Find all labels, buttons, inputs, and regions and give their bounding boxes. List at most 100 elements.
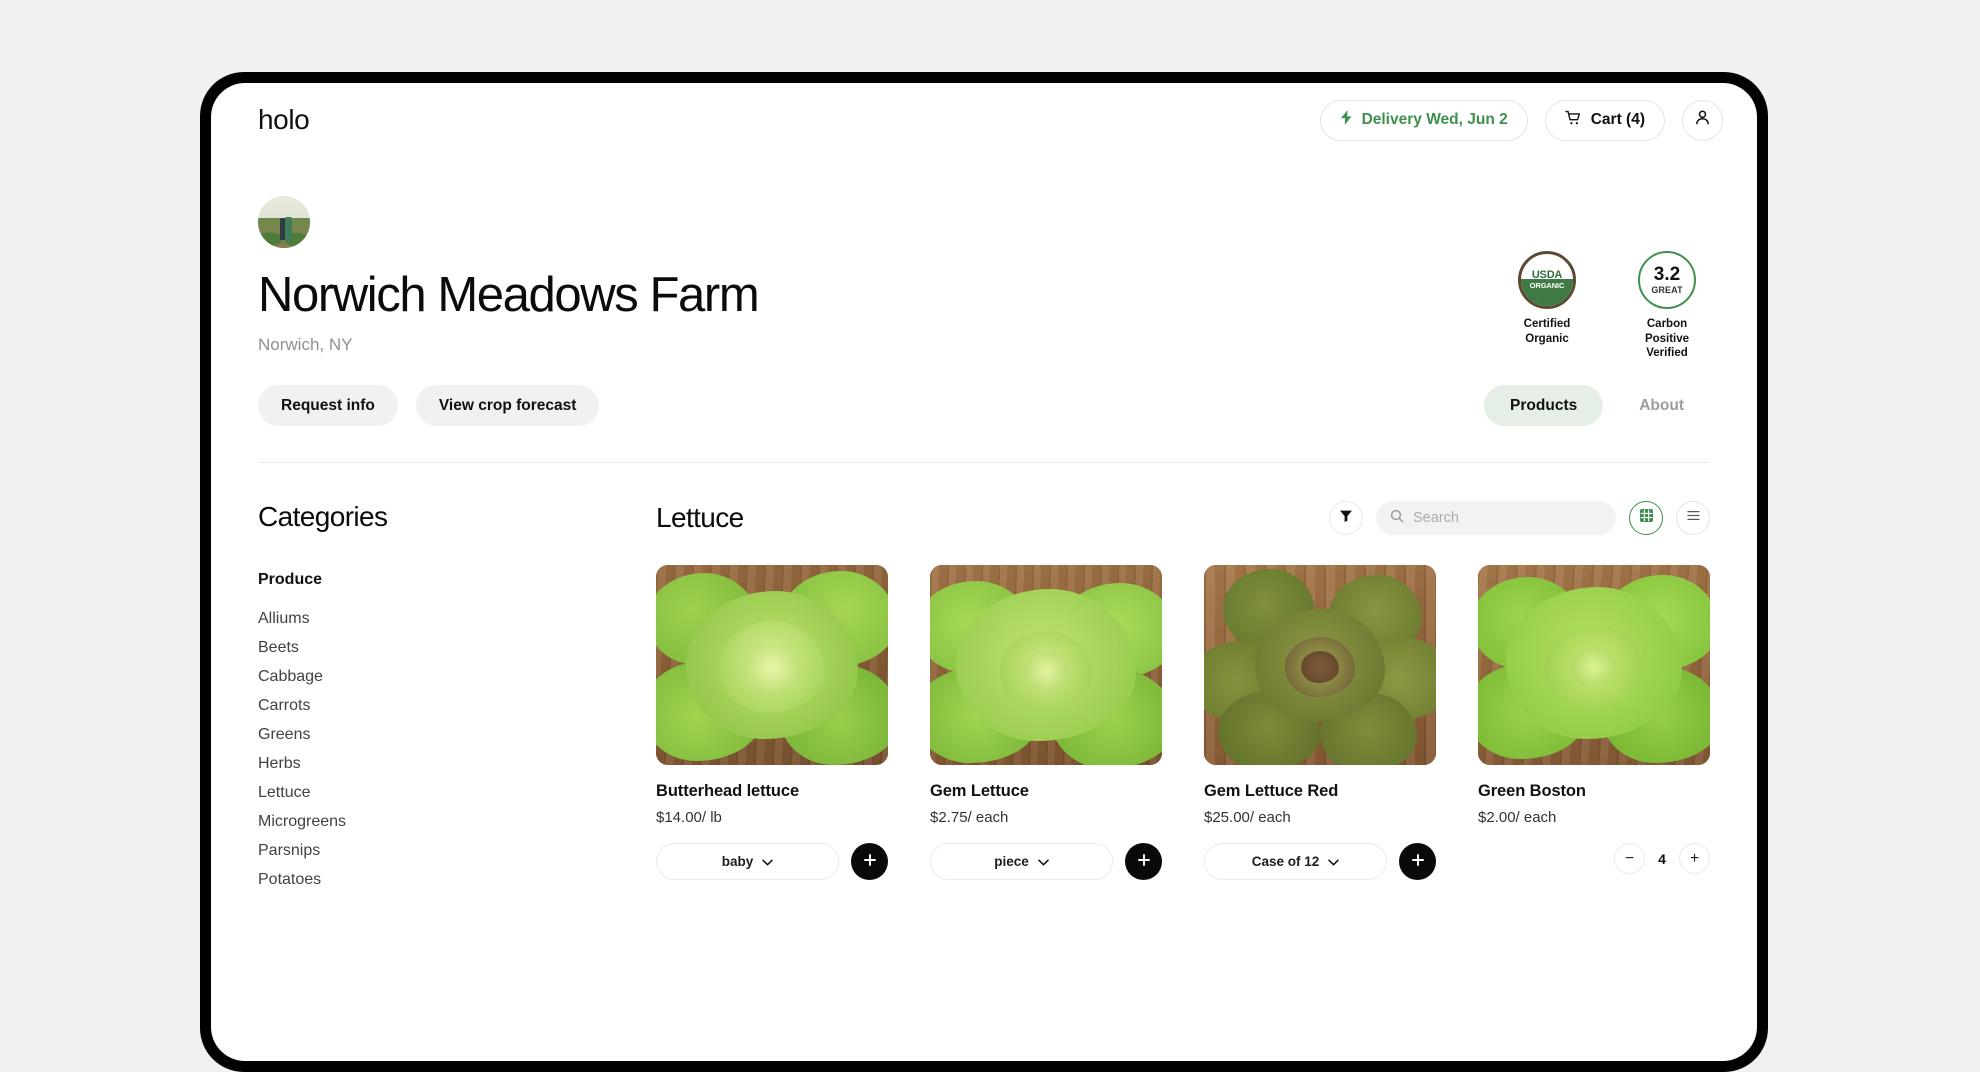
product-image-butterhead-lettuce <box>656 565 888 766</box>
sidebar-item-lettuce[interactable]: Lettuce <box>258 778 656 807</box>
variant-select[interactable]: piece <box>930 843 1113 881</box>
cart-icon <box>1565 110 1582 131</box>
sidebar-item-cabbage[interactable]: Cabbage <box>258 662 656 691</box>
catalog-section: Categories Produce Alliums Beets Cabbage… <box>211 501 1757 894</box>
delivery-date-label: Delivery Wed, Jun 2 <box>1361 111 1508 128</box>
product-card[interactable]: Gem Lettuce $2.75/ each piece <box>930 565 1162 881</box>
product-card[interactable]: Gem Lettuce Red $25.00/ each Case of 12 <box>1204 565 1436 881</box>
sidebar-item-greens[interactable]: Greens <box>258 720 656 749</box>
add-to-cart-button[interactable] <box>1399 843 1436 881</box>
variant-select[interactable]: Case of 12 <box>1204 843 1387 881</box>
page-title: Norwich Meadows Farm <box>258 268 760 322</box>
cart-label: Cart (4) <box>1590 111 1645 128</box>
header-actions: Delivery Wed, Jun 2 Cart (4) <box>1319 99 1723 141</box>
usda-organic-seal-icon: USDA ORGANIC <box>1518 251 1576 309</box>
products-toolbar: Lettuce <box>656 501 1710 536</box>
decrement-button[interactable]: − <box>1614 843 1645 875</box>
product-image-gem-lettuce <box>930 565 1162 766</box>
sidebar-item-potatoes[interactable]: Potatoes <box>258 865 656 894</box>
products-title: Lettuce <box>656 502 744 534</box>
quantity-stepper: − 4 + <box>1614 843 1710 875</box>
add-to-cart-button[interactable] <box>1125 843 1162 881</box>
farm-action-buttons: Request info View crop forecast <box>258 385 600 427</box>
person-icon <box>1694 109 1711 131</box>
sidebar-item-beets[interactable]: Beets <box>258 633 656 662</box>
categories-title: Categories <box>258 501 388 533</box>
category-group-label: Produce <box>258 571 323 589</box>
products-tools <box>1329 501 1710 536</box>
farm-header-section: USDA ORGANIC Certified Organic 3.2 GREAT… <box>211 196 1757 427</box>
product-name: Green Boston <box>1478 782 1586 801</box>
product-controls: Case of 12 <box>1204 843 1436 881</box>
certification-badges: USDA ORGANIC Certified Organic 3.2 GREAT… <box>1504 251 1710 361</box>
product-price: $2.75/ each <box>930 809 1009 827</box>
variant-label: Case of 12 <box>1251 854 1320 870</box>
variant-select[interactable]: baby <box>656 843 839 881</box>
sidebar-item-alliums[interactable]: Alliums <box>258 604 656 633</box>
add-to-cart-button[interactable] <box>851 843 888 881</box>
product-name: Gem Lettuce Red <box>1204 782 1339 801</box>
device-frame: holo Delivery Wed, Jun 2 Cart (4) USDA O… <box>200 72 1768 1072</box>
sidebar-item-carrots[interactable]: Carrots <box>258 691 656 720</box>
farm-actions-row: Request info View crop forecast Products… <box>258 385 1710 427</box>
tab-about[interactable]: About <box>1613 385 1710 426</box>
sidebar-item-microgreens[interactable]: Microgreens <box>258 807 656 836</box>
product-price: $2.00/ each <box>1478 809 1557 827</box>
tab-products[interactable]: Products <box>1484 385 1604 427</box>
grid-view-toggle[interactable] <box>1629 501 1663 536</box>
filter-icon <box>1339 509 1353 528</box>
plus-icon <box>1137 853 1151 870</box>
badge-carbon-positive[interactable]: 3.2 GREAT Carbon Positive Verified <box>1624 251 1710 361</box>
grid-icon <box>1639 508 1654 528</box>
farm-avatar <box>258 196 310 248</box>
search-icon <box>1390 509 1404 528</box>
product-controls: − 4 + <box>1478 843 1710 875</box>
product-price: $25.00/ each <box>1204 809 1291 827</box>
product-card[interactable]: Butterhead lettuce $14.00/ lb baby <box>656 565 888 881</box>
plus-icon <box>1411 853 1425 870</box>
chevron-down-icon <box>762 854 773 869</box>
product-name: Gem Lettuce <box>930 782 1029 801</box>
search-box[interactable] <box>1376 501 1616 536</box>
increment-button[interactable]: + <box>1679 843 1710 875</box>
product-name: Butterhead lettuce <box>656 782 800 801</box>
variant-label: piece <box>994 854 1029 870</box>
products-panel: Lettuce Search Butterhead lettuce $14.00… <box>656 501 1710 894</box>
farm-tabs: Products About <box>1484 385 1710 427</box>
product-controls: piece <box>930 843 1162 881</box>
badge-caption: Certified Organic <box>1523 318 1571 345</box>
sidebar-item-parsnips[interactable]: Parsnips <box>258 836 656 865</box>
product-card[interactable]: Green Boston $2.00/ each − 4 + <box>1478 565 1710 880</box>
quantity-value: 4 <box>1658 850 1666 867</box>
chevron-down-icon <box>1328 854 1340 869</box>
delivery-date-button[interactable]: Delivery Wed, Jun 2 <box>1319 99 1528 141</box>
list-view-toggle[interactable] <box>1676 501 1710 536</box>
badge-certified-organic[interactable]: USDA ORGANIC Certified Organic <box>1504 251 1590 361</box>
lightning-bolt-icon <box>1340 110 1353 130</box>
view-crop-forecast-button[interactable]: View crop forecast <box>415 385 600 427</box>
app-header: holo Delivery Wed, Jun 2 Cart (4) <box>211 83 1757 157</box>
brand-logo[interactable]: holo <box>258 104 310 136</box>
chevron-down-icon <box>1038 854 1049 869</box>
product-image-green-boston <box>1478 565 1710 766</box>
app-screen: holo Delivery Wed, Jun 2 Cart (4) USDA O… <box>211 83 1757 1061</box>
plus-icon <box>863 853 877 870</box>
farm-location: Norwich, NY <box>258 335 353 355</box>
product-controls: baby <box>656 843 888 881</box>
sidebar-item-herbs[interactable]: Herbs <box>258 749 656 778</box>
filter-button[interactable] <box>1329 501 1363 536</box>
variant-label: baby <box>721 854 754 870</box>
categories-sidebar: Categories Produce Alliums Beets Cabbage… <box>258 501 656 894</box>
product-price: $14.00/ lb <box>656 809 722 827</box>
request-info-button[interactable]: Request info <box>258 385 398 427</box>
badge-caption: Carbon Positive Verified <box>1644 318 1690 360</box>
search-input[interactable] <box>1413 510 1602 527</box>
list-icon <box>1686 508 1701 528</box>
product-image-gem-lettuce-red <box>1204 565 1436 766</box>
section-divider <box>258 462 1710 464</box>
product-grid: Butterhead lettuce $14.00/ lb baby Gem L… <box>656 565 1710 881</box>
account-button[interactable] <box>1682 99 1723 141</box>
category-group-produce: Produce Alliums Beets Cabbage Carrots Gr… <box>258 571 656 894</box>
carbon-score-icon: 3.2 GREAT <box>1638 251 1696 309</box>
cart-button[interactable]: Cart (4) <box>1544 99 1665 141</box>
